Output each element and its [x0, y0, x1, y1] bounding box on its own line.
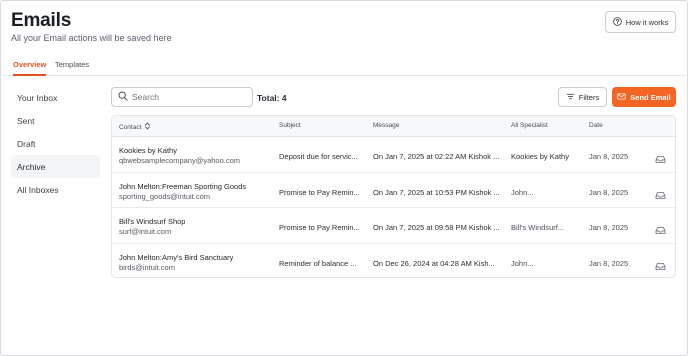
tab-bar: Overview Templates: [0, 56, 686, 76]
date-cell: Jan 8, 2025: [589, 152, 629, 161]
inbox-icon[interactable]: [655, 258, 666, 270]
contact-email: qbwebsamplecompany@yahoo.com: [119, 156, 241, 165]
help-icon: [612, 16, 622, 28]
inbox-icon[interactable]: [655, 187, 666, 199]
column-header-date: Date: [589, 122, 603, 129]
filters-button[interactable]: Filters: [558, 87, 607, 107]
tab-templates[interactable]: Templates: [55, 60, 89, 74]
sidebar-item-sent[interactable]: Sent: [11, 109, 100, 132]
specialist-cell: Kookies by Kathy: [511, 152, 569, 161]
date-cell: Jan 8, 2025: [589, 223, 629, 232]
inbox-icon[interactable]: [655, 222, 666, 235]
how-it-works-label: How it works: [625, 17, 669, 27]
message-cell: On Jan 7, 2025 at 09:58 PM Kishok ...: [373, 223, 500, 232]
subject-cell: Deposit due for servic...: [279, 152, 358, 161]
contact-email: sporting_goods@intuit.com: [119, 191, 210, 201]
subject-cell: Promise to Pay Remin...: [279, 187, 360, 197]
how-it-works-button[interactable]: How it works: [605, 11, 676, 33]
inbox-icon[interactable]: [655, 151, 666, 164]
subject-cell: Reminder of balance ...: [279, 258, 357, 268]
sidebar-item-draft[interactable]: Draft: [11, 132, 100, 155]
page-title: Emails: [11, 10, 72, 31]
search-input[interactable]: [132, 92, 242, 102]
filters-label: Filters: [578, 92, 600, 102]
subject-cell: Promise to Pay Remin...: [279, 223, 360, 232]
column-header-contact-label: Contact: [119, 123, 142, 131]
contact-email: surf@intuit.com: [119, 227, 172, 236]
sidebar-item-archive[interactable]: Archive: [11, 155, 100, 178]
contact-name: Bill's Windsurf Shop: [119, 217, 186, 226]
message-cell: On Jan 7, 2025 at 02:22 AM Kishok ...: [373, 152, 500, 161]
table-header: Contact Subject Message All Specialist D…: [112, 116, 675, 137]
sort-icon[interactable]: [144, 122, 151, 132]
specialist-cell: John...: [511, 187, 534, 197]
contact-email: birds@intuit.com: [119, 262, 175, 272]
send-email-label: Send Email: [630, 92, 671, 102]
table-row[interactable]: John Melton:Freeman Sporting Goods sport…: [112, 173, 675, 208]
column-header-contact[interactable]: Contact: [119, 122, 151, 132]
sidebar: Your Inbox Sent Draft Archive All Inboxe…: [11, 86, 100, 201]
table-row[interactable]: Kookies by Kathy qbwebsamplecompany@yaho…: [112, 137, 675, 173]
table-row[interactable]: John Melton:Amy's Bird Sanctuary birds@i…: [112, 244, 675, 278]
total-count: Total: 4: [257, 93, 287, 103]
emails-table: Contact Subject Message All Specialist D…: [111, 115, 676, 278]
contact-name: Kookies by Kathy: [119, 146, 177, 155]
message-cell: On Dec 26, 2024 at 04:28 AM Kish...: [373, 258, 495, 268]
date-cell: Jan 8, 2025: [589, 258, 629, 268]
page-subtitle: All your Email actions will be saved her…: [11, 33, 172, 43]
date-cell: Jan 8, 2025: [589, 187, 629, 197]
table-row[interactable]: Bill's Windsurf Shop surf@intuit.com Pro…: [112, 208, 675, 244]
sidebar-item-your-inbox[interactable]: Your Inbox: [11, 86, 100, 109]
column-header-specialist: All Specialist: [511, 122, 548, 129]
contact-name: John Melton:Freeman Sporting Goods: [119, 181, 247, 191]
contact-name: John Melton:Amy's Bird Sanctuary: [119, 252, 234, 262]
mail-icon: [617, 92, 626, 103]
filter-icon: [566, 92, 575, 103]
column-header-subject: Subject: [279, 122, 301, 129]
tab-overview[interactable]: Overview: [13, 60, 47, 76]
sidebar-item-all-inboxes[interactable]: All Inboxes: [11, 178, 100, 201]
search-icon: [118, 88, 128, 106]
send-email-button[interactable]: Send Email: [612, 87, 676, 107]
specialist-cell: John...: [511, 258, 534, 268]
search-box: [111, 87, 253, 107]
message-cell: On Jan 7, 2025 at 10:53 PM Kishok ...: [373, 187, 500, 197]
specialist-cell: Bill's Windsurf...: [511, 223, 565, 232]
column-header-message: Message: [373, 122, 400, 129]
